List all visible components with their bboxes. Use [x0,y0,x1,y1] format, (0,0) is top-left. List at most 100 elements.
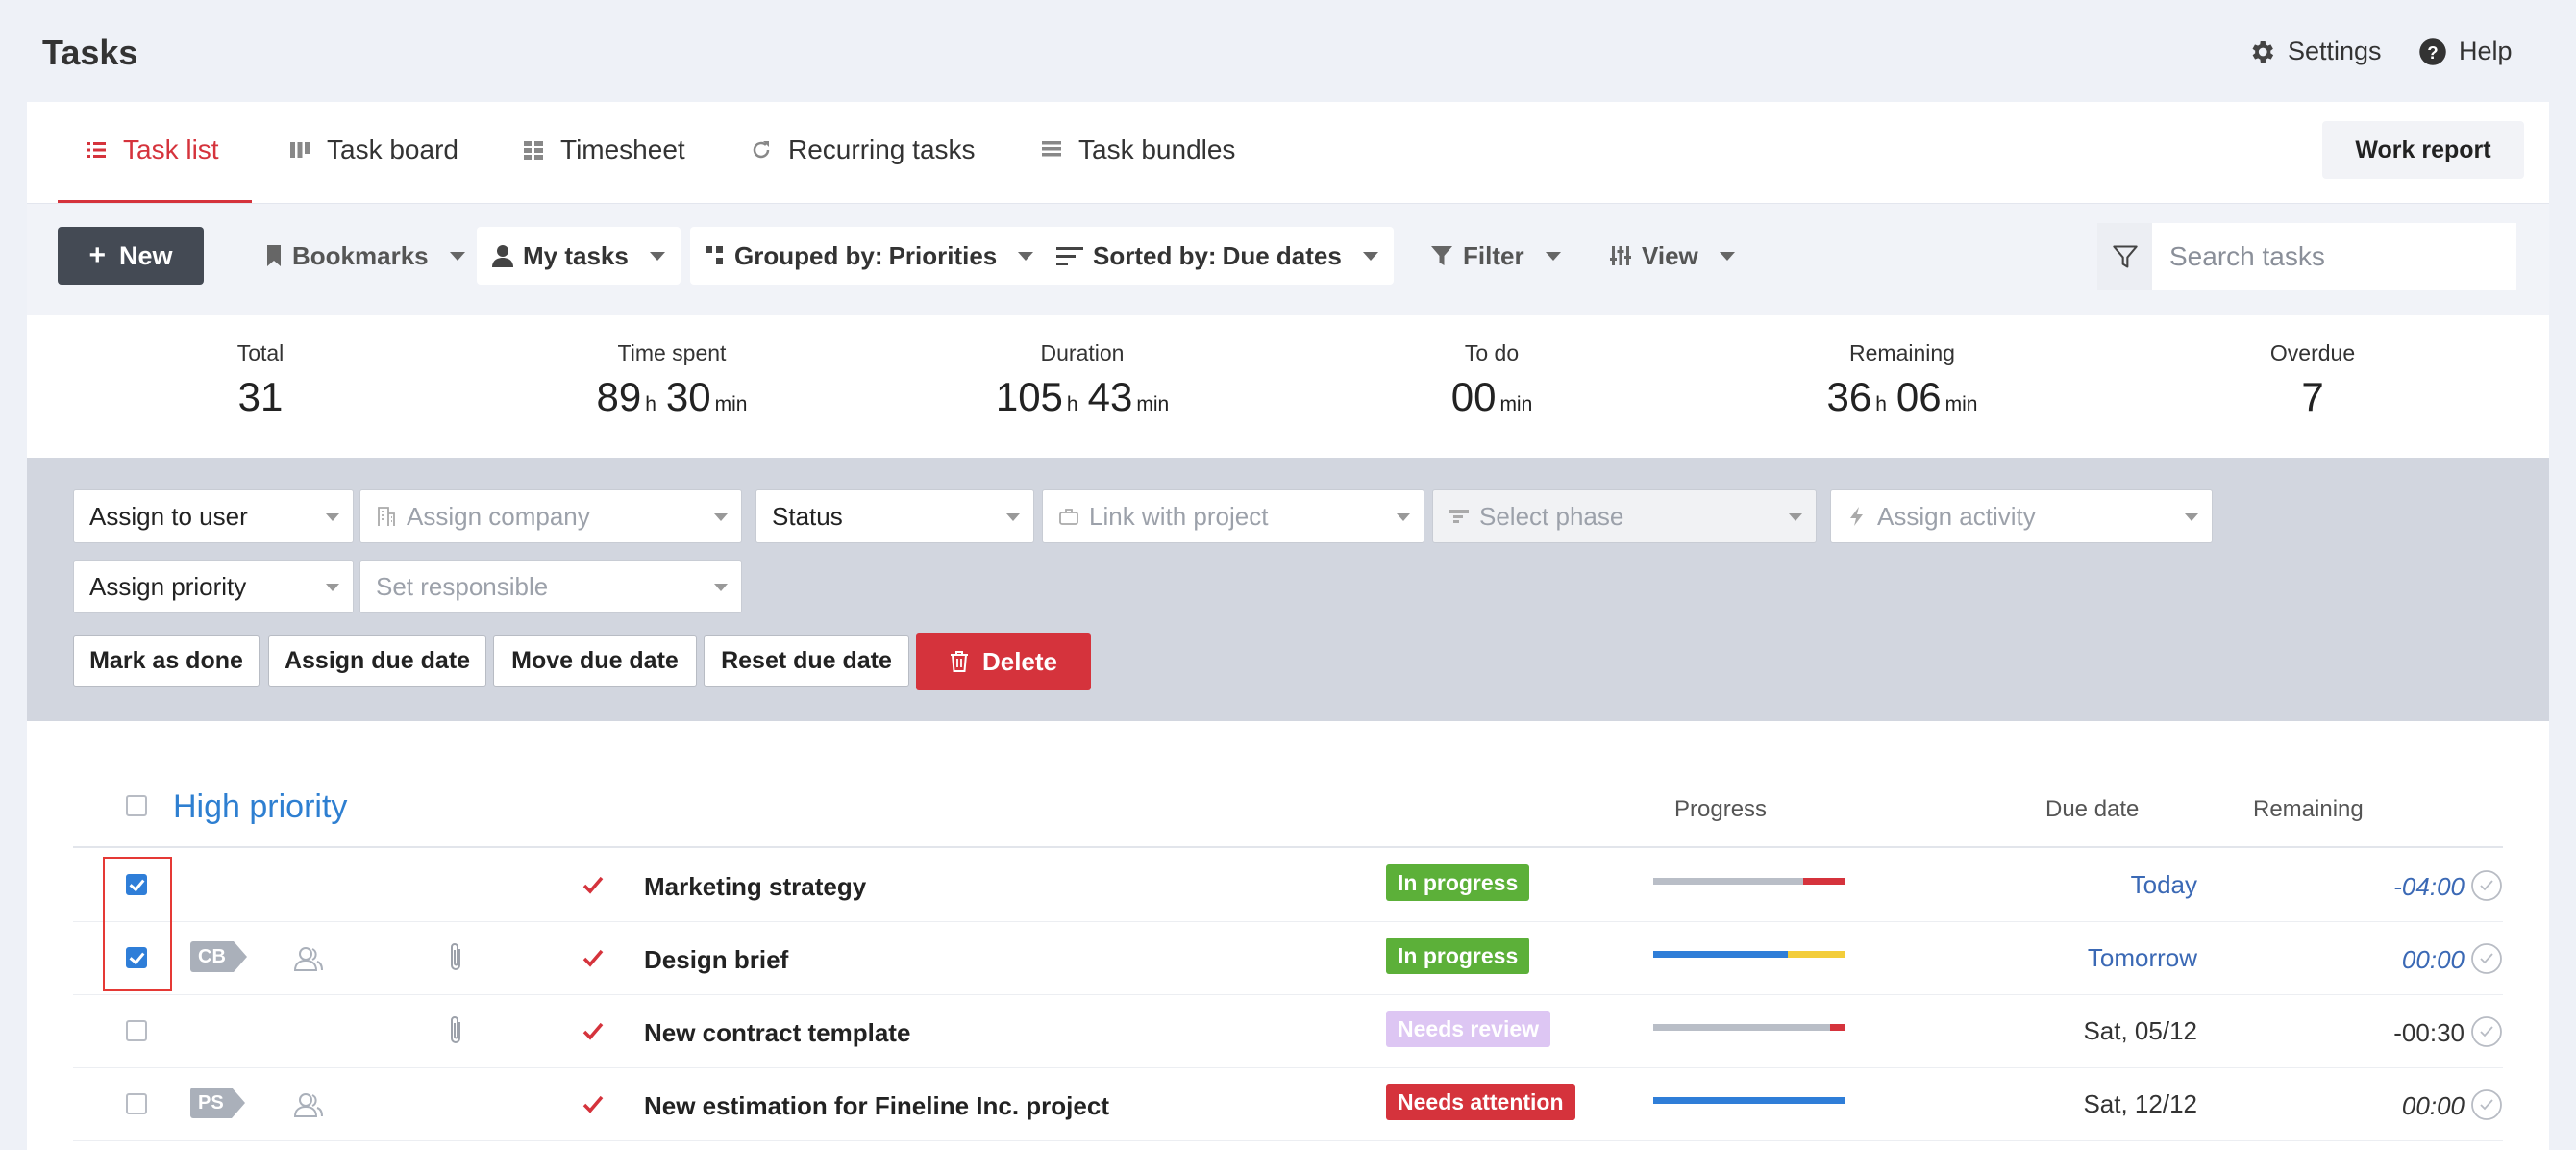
stack-icon [1042,141,1061,157]
people-icon[interactable] [294,1091,323,1118]
assign-company-select[interactable]: Assign company [359,489,742,543]
priority-check-icon [582,1022,604,1040]
bookmarks-dropdown[interactable]: Bookmarks [250,227,481,285]
task-name[interactable]: New contract template [644,1018,910,1048]
stat-value: 7 [2301,374,2324,419]
funnel-outline-icon [2112,245,2138,268]
table-row[interactable]: New contract template Needs review Sat, 05… [73,995,2503,1068]
grouped-by-dropdown[interactable]: Grouped by: Priorities [690,227,1050,285]
table-row[interactable]: CB Design brief In progress Tomorrow 00:00 [73,922,2503,995]
status-badge[interactable]: Needs attention [1386,1084,1575,1120]
due-date[interactable]: Tomorrow [2088,943,2197,973]
assignee-initials-badge: PS [190,1088,245,1118]
select-phase-select[interactable]: Select phase [1432,489,1817,543]
help-icon: ? [2419,38,2446,65]
search-filter-button[interactable] [2097,223,2152,290]
funnel-icon [1431,246,1452,265]
due-date[interactable]: Sat, 05/12 [2083,1016,2197,1046]
row-checkbox[interactable] [126,1093,147,1114]
plus-icon: + [88,239,106,271]
stat-label: Time spent [617,340,727,365]
help-link[interactable]: ? Help [2418,37,2513,66]
chevron-down-icon [1719,251,1735,261]
chevron-down-icon [326,513,339,521]
complete-circle-icon[interactable] [2470,942,2503,975]
mark-as-done-button[interactable]: Mark as done [73,635,260,687]
search-box [2097,223,2516,290]
complete-circle-icon[interactable] [2470,1088,2503,1121]
complete-circle-icon[interactable] [2470,869,2503,902]
task-name[interactable]: New estimation for Fineline Inc. project [644,1091,1109,1121]
view-dropdown[interactable]: View [1594,227,1750,285]
assign-due-date-button[interactable]: Assign due date [268,635,486,687]
group-select-checkbox[interactable] [126,795,147,816]
grid-icon [524,141,543,160]
stat-minutes: 06 [1895,374,1942,419]
tab-task-list[interactable]: Task list [85,135,219,165]
status-badge[interactable]: In progress [1386,864,1530,901]
remaining-time: -04:00 [2393,872,2465,901]
paperclip-icon[interactable] [446,1014,465,1047]
delete-button[interactable]: Delete [916,633,1091,690]
active-tab-indicator [58,200,252,203]
phase-icon [1449,510,1469,523]
search-input[interactable] [2152,223,2516,290]
filter-dropdown[interactable]: Filter [1415,227,1576,285]
tab-recurring-tasks[interactable]: Recurring tasks [750,135,976,165]
tab-timesheet[interactable]: Timesheet [522,135,685,165]
paperclip-icon[interactable] [446,941,465,974]
new-task-button[interactable]: + New [58,227,204,285]
stat-label: To do [1464,340,1520,365]
complete-circle-icon[interactable] [2470,1015,2503,1048]
status-badge[interactable]: In progress [1386,938,1530,974]
due-date[interactable]: Sat, 12/12 [2083,1089,2197,1119]
progress-bar [1653,1097,1845,1104]
chevron-down-icon [714,513,728,521]
table-row[interactable]: PS New estimation for Fineline Inc. proje… [73,1068,2503,1141]
status-select[interactable]: Status [755,489,1034,543]
group-title[interactable]: High priority [173,788,347,826]
stat-time-spent: Time spent 89 h 30 min [597,340,748,420]
task-name[interactable]: Design brief [644,945,788,975]
header-divider [73,846,2503,848]
move-due-date-button[interactable]: Move due date [493,635,697,687]
stat-unit: h [1066,393,1078,415]
work-report-button[interactable]: Work report [2322,121,2524,179]
task-name[interactable]: Marketing strategy [644,872,866,902]
settings-link[interactable]: Settings [2247,37,2382,66]
tab-bar: Task list Task board Timesheet Recurring… [27,102,2549,204]
assign-priority-select[interactable]: Assign priority [73,560,354,613]
chevron-down-icon [2185,513,2198,521]
reset-due-date-button[interactable]: Reset due date [704,635,909,687]
select-label: Assign company [407,501,590,531]
building-icon [378,507,395,526]
stat-unit: min [1136,393,1170,415]
due-date[interactable]: Today [2131,870,2197,900]
assign-user-select[interactable]: Assign to user [73,489,354,543]
people-icon[interactable] [294,945,323,972]
stat-hours: 89 [596,374,642,419]
remaining-time: 00:00 [2401,1091,2465,1120]
chevron-down-icon [1006,513,1020,521]
sorted-by-dropdown[interactable]: Sorted by: Due dates [1041,227,1394,285]
column-header-remaining: Remaining [2253,796,2364,822]
my-tasks-dropdown[interactable]: My tasks [477,227,681,285]
tab-task-board[interactable]: Task board [288,135,458,165]
table-row[interactable]: Marketing strategy In progress Today -04:00 [73,849,2503,922]
progress-bar [1653,878,1845,885]
set-responsible-select[interactable]: Set responsible [359,560,742,613]
assignee-initials-badge: CB [190,941,247,972]
bookmark-icon [267,245,281,266]
priority-check-icon [582,876,604,894]
row-checkbox[interactable] [126,1020,147,1041]
select-label: Assign activity [1877,501,2036,531]
column-header-due-date[interactable]: Due date [2045,796,2139,823]
hierarchy-icon [706,246,723,264]
assign-activity-select[interactable]: Assign activity [1830,489,2213,543]
sorted-prefix: Sorted by: [1093,240,1217,270]
tab-task-bundles[interactable]: Task bundles [1040,135,1235,165]
select-label: Assign priority [89,571,247,601]
list-icon [87,142,106,158]
link-project-select[interactable]: Link with project [1042,489,1424,543]
status-badge[interactable]: Needs review [1386,1011,1551,1047]
